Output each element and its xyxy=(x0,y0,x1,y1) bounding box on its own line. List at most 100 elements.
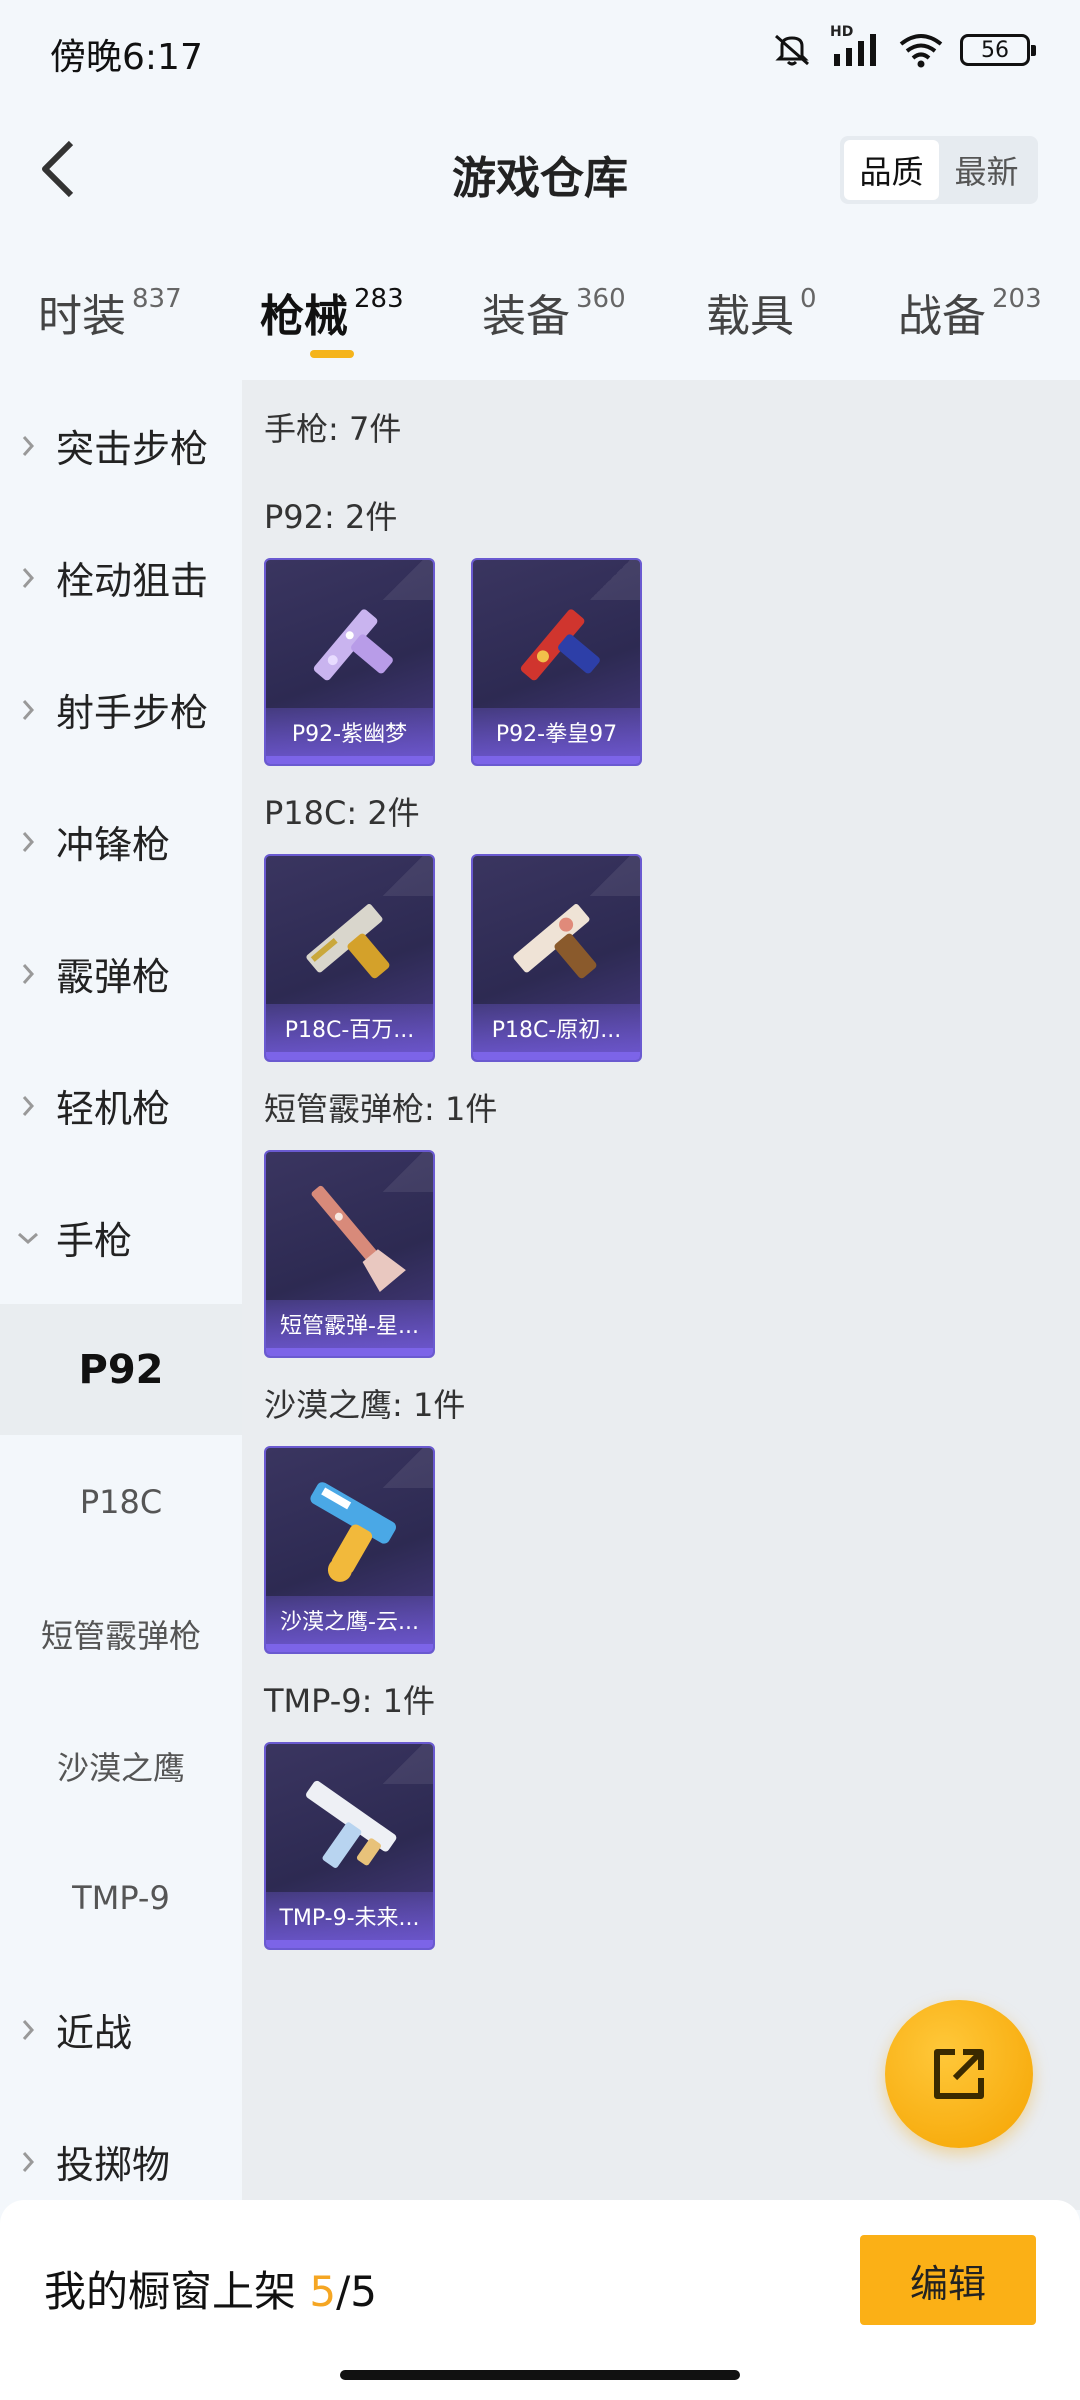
tab-count: 360 xyxy=(576,284,626,314)
status-time: 傍晚6:17 xyxy=(50,37,203,78)
tab-label: 载具 xyxy=(706,291,794,342)
sidebar-item-label: 近战 xyxy=(56,2011,133,2055)
group-title: TMP-9: 1件 xyxy=(264,1682,435,1720)
tab-label: 战备 xyxy=(898,291,986,342)
battery-icon: 56 xyxy=(960,34,1036,66)
chevron-right-icon xyxy=(0,566,56,590)
sidebar-item-label: 冲锋枪 xyxy=(56,823,171,867)
home-indicator[interactable] xyxy=(340,2370,740,2380)
bottom-bar: 我的橱窗上架 5/5 编辑 xyxy=(0,2200,1080,2400)
signal-icon: HD xyxy=(830,24,882,68)
pistol-icon xyxy=(306,904,390,979)
tab-vehicles[interactable]: 载具 0 xyxy=(706,280,817,344)
share-button[interactable] xyxy=(885,2000,1033,2148)
sidebar-subitem-desert-eagle[interactable]: 沙漠之鹰 xyxy=(0,1700,242,1831)
showcase-label: 我的橱窗上架 xyxy=(44,2267,297,2316)
weapon-card[interactable]: TMP-9-未来... xyxy=(264,1742,435,1950)
category-tabs: 时装 837 枪械 283 装备 360 载具 0 战备 203 xyxy=(0,270,1080,370)
tab-firearms[interactable]: 枪械 283 xyxy=(260,280,404,344)
rarity-bar xyxy=(473,1052,640,1060)
wifi-icon xyxy=(898,32,944,68)
chevron-down-icon xyxy=(0,1231,56,1245)
showcase-count: 5 xyxy=(309,2267,337,2316)
sort-option-quality[interactable]: 品质 xyxy=(844,140,939,200)
sidebar-item-label: 霰弹枪 xyxy=(56,955,171,999)
sidebar-subitem-tmp9[interactable]: TMP-9 xyxy=(0,1832,242,1963)
smg-icon xyxy=(306,1780,397,1868)
sidebar-item-assault-rifle[interactable]: 突击步枪 xyxy=(0,380,242,511)
sidebar-item-pistol[interactable]: 手枪 xyxy=(0,1172,242,1303)
status-bar: 傍晚6:17 HD 56 xyxy=(0,0,1080,100)
weapon-card[interactable]: P92-紫幽梦 xyxy=(264,558,435,766)
rarity-bar xyxy=(266,1644,433,1652)
chevron-right-icon xyxy=(0,698,56,722)
tab-label: 时装 xyxy=(38,291,126,342)
battery-level: 56 xyxy=(981,37,1009,63)
tab-count: 203 xyxy=(992,284,1042,314)
tab-label: 装备 xyxy=(482,291,570,342)
weapon-card[interactable]: P18C-百万... xyxy=(264,854,435,1062)
chevron-right-icon xyxy=(0,2150,56,2174)
sidebar-subitem-p18c[interactable]: P18C xyxy=(0,1436,242,1567)
rarity-bar xyxy=(266,1052,433,1060)
chevron-right-icon xyxy=(0,830,56,854)
sort-option-newest[interactable]: 最新 xyxy=(939,140,1034,200)
share-icon xyxy=(934,2049,984,2099)
sidebar-item-shotgun[interactable]: 霰弹枪 xyxy=(0,908,242,1039)
group-title: 短管霰弹枪: 1件 xyxy=(264,1090,498,1128)
sort-toggle: 品质 最新 xyxy=(840,136,1038,204)
tab-label: 枪械 xyxy=(260,291,348,342)
tab-count: 283 xyxy=(354,284,404,314)
tab-equipment[interactable]: 装备 360 xyxy=(482,280,626,344)
weapon-card[interactable]: P18C-原初... xyxy=(471,854,642,1062)
header: 游戏仓库 品质 最新 xyxy=(0,110,1080,230)
network-label: HD xyxy=(830,24,854,40)
sidebar: 突击步枪 栓动狙击 射手步枪 冲锋枪 霰弹枪 轻机枪 手枪 P92 P18C 短… xyxy=(0,380,242,2210)
pistol-icon xyxy=(310,1482,396,1582)
shotgun-icon xyxy=(311,1185,406,1292)
rarity-bar xyxy=(266,756,433,764)
weapon-card[interactable]: 沙漠之鹰-云... xyxy=(264,1446,435,1654)
pistol-icon xyxy=(513,904,597,979)
weapon-card-label: P92-紫幽梦 xyxy=(266,708,433,756)
sidebar-item-label: 栓动狙击 xyxy=(56,559,209,603)
group-title: P18C: 2件 xyxy=(264,794,420,832)
edit-button[interactable]: 编辑 xyxy=(860,2235,1036,2325)
weapon-grid: 手枪: 7件 P92: 2件 P92-紫幽梦 P92-拳皇97 P18C: 2件… xyxy=(242,380,1080,2210)
sidebar-subitem-p92[interactable]: P92 xyxy=(0,1304,242,1435)
chevron-right-icon xyxy=(0,434,56,458)
sidebar-item-label: 突击步枪 xyxy=(56,427,209,471)
rarity-bar xyxy=(266,1348,433,1356)
rarity-bar xyxy=(473,756,640,764)
sidebar-subitem-sawed-off[interactable]: 短管霰弹枪 xyxy=(0,1568,242,1699)
chevron-right-icon xyxy=(0,962,56,986)
tab-count: 0 xyxy=(800,284,817,314)
weapon-card-label: 沙漠之鹰-云... xyxy=(266,1596,433,1644)
sidebar-item-marksman-rifle[interactable]: 射手步枪 xyxy=(0,644,242,775)
sidebar-item-label: 投掷物 xyxy=(56,2143,171,2187)
weapon-card[interactable]: 短管霰弹-星... xyxy=(264,1150,435,1358)
sidebar-item-melee[interactable]: 近战 xyxy=(0,1964,242,2095)
pistol-icon xyxy=(313,609,393,681)
tab-count: 837 xyxy=(132,284,182,314)
chevron-right-icon xyxy=(0,1094,56,1118)
mute-icon xyxy=(770,32,814,68)
chevron-right-icon xyxy=(0,2018,56,2042)
sidebar-item-bolt-sniper[interactable]: 栓动狙击 xyxy=(0,512,242,643)
total-count: 手枪: 7件 xyxy=(264,410,402,448)
group-title: P92: 2件 xyxy=(264,498,398,536)
tab-tactical[interactable]: 战备 203 xyxy=(898,280,1042,344)
tab-fashion[interactable]: 时装 837 xyxy=(38,280,182,344)
active-tab-indicator xyxy=(310,350,354,358)
weapon-card-label: P18C-原初... xyxy=(473,1004,640,1052)
weapon-card-label: P92-拳皇97 xyxy=(473,708,640,756)
showcase-total: /5 xyxy=(336,2267,377,2316)
status-icons: HD 56 xyxy=(770,24,1036,72)
pistol-icon xyxy=(520,609,600,681)
rarity-bar xyxy=(266,1940,433,1948)
sidebar-item-smg[interactable]: 冲锋枪 xyxy=(0,776,242,907)
sidebar-item-label: 射手步枪 xyxy=(56,691,209,735)
group-title: 沙漠之鹰: 1件 xyxy=(264,1386,466,1424)
weapon-card[interactable]: P92-拳皇97 xyxy=(471,558,642,766)
sidebar-item-lmg[interactable]: 轻机枪 xyxy=(0,1040,242,1171)
